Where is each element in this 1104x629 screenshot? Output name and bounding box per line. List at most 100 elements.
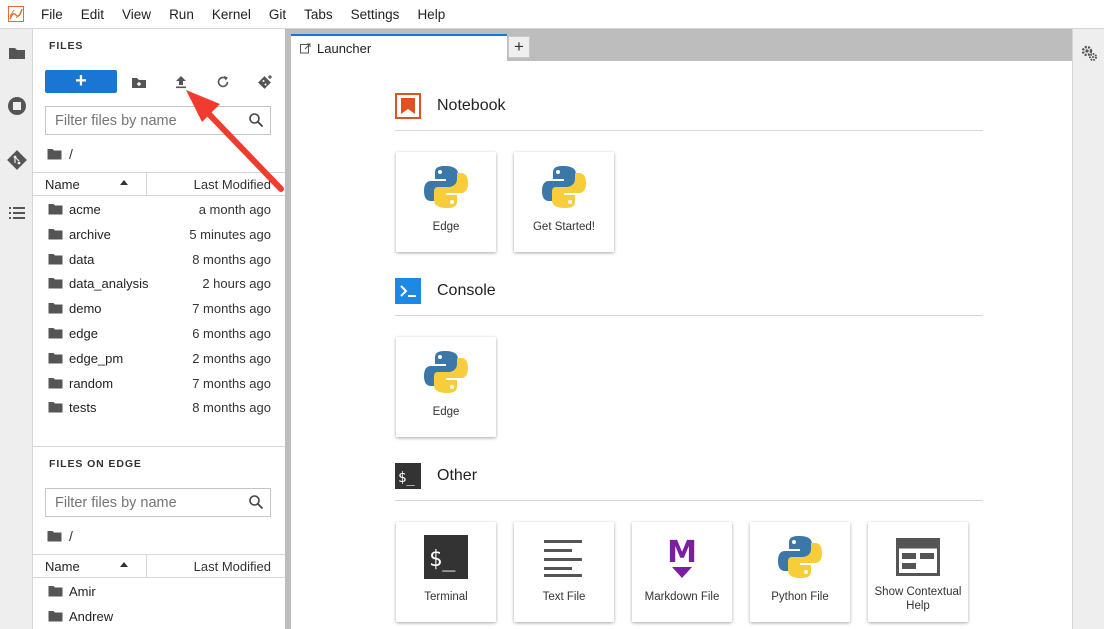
file-name: acme xyxy=(69,202,101,217)
git-clone-icon xyxy=(258,75,272,89)
edge-filter-box xyxy=(45,488,271,517)
list-item[interactable]: random 7 months ago xyxy=(33,371,285,396)
column-name-header[interactable]: Name xyxy=(45,177,80,192)
folder-icon xyxy=(48,204,63,215)
list-item[interactable]: data_analysis 2 hours ago xyxy=(33,271,285,296)
edge-breadcrumb-root[interactable]: / xyxy=(69,528,73,544)
file-name: data_analysis xyxy=(69,276,149,292)
console-section-header: Console xyxy=(395,278,983,316)
menu-view[interactable]: View xyxy=(113,0,160,29)
card-label: Edge xyxy=(432,406,460,418)
other-card-python-file[interactable]: Python File xyxy=(750,522,850,622)
tab-bar: Launcher + xyxy=(291,29,1072,61)
refresh-button[interactable] xyxy=(213,73,233,91)
sort-ascending-icon xyxy=(120,180,128,185)
edge-list-header: Name Last Modified xyxy=(33,554,285,578)
menu-file[interactable]: File xyxy=(32,0,72,29)
notebook-section-label: Notebook xyxy=(437,97,506,114)
menu-edit[interactable]: Edit xyxy=(72,0,113,29)
folder-icon xyxy=(47,531,62,542)
menu-run[interactable]: Run xyxy=(160,0,203,29)
file-browser-tab[interactable] xyxy=(0,35,33,71)
list-item[interactable]: Andrew xyxy=(33,604,285,629)
file-name: data xyxy=(69,251,95,267)
list-item[interactable]: archive 5 minutes ago xyxy=(33,222,285,247)
file-filter-input[interactable] xyxy=(46,107,236,134)
table-of-contents-tab[interactable] xyxy=(0,195,33,231)
list-item[interactable]: data 8 months ago xyxy=(33,247,285,272)
git-tab[interactable] xyxy=(0,142,33,178)
card-label: Text File xyxy=(542,591,586,603)
console-card-edge[interactable]: Edge xyxy=(396,337,496,437)
notebook-card-get-started[interactable]: Get Started! xyxy=(514,152,614,252)
folder-icon xyxy=(48,352,63,364)
edge-filter-input[interactable] xyxy=(46,489,236,516)
launcher-body: Notebook Edge Get Started! Console Edge … xyxy=(297,67,1072,629)
list-item[interactable]: edge 6 months ago xyxy=(33,321,285,346)
file-filter-box xyxy=(45,106,271,135)
new-folder-button[interactable] xyxy=(129,73,149,91)
property-inspector-tab[interactable] xyxy=(1080,44,1098,67)
list-item[interactable]: demo 7 months ago xyxy=(33,296,285,321)
folder-icon xyxy=(48,586,63,597)
card-label: Show Contextual Help xyxy=(874,586,962,612)
markdown-icon: M xyxy=(659,534,705,580)
panel-divider[interactable] xyxy=(33,446,285,447)
list-item[interactable]: tests 8 months ago xyxy=(33,395,285,420)
menu-kernel[interactable]: Kernel xyxy=(203,0,260,29)
jupyter-logo-icon xyxy=(0,0,32,29)
terminal-section-icon: $_ xyxy=(395,463,421,489)
launcher-panel: Notebook Edge Get Started! Console Edge … xyxy=(291,61,1072,629)
upload-button[interactable] xyxy=(171,73,191,91)
file-name: random xyxy=(69,375,114,391)
menu-git[interactable]: Git xyxy=(260,0,295,29)
console-icon xyxy=(395,278,421,304)
notebook-card-edge[interactable]: Edge xyxy=(396,152,496,252)
console-section-label: Console xyxy=(437,282,496,299)
menu-bar: File Edit View Run Kernel Git Tabs Setti… xyxy=(0,0,1104,29)
other-card-terminal[interactable]: $_ Terminal xyxy=(396,522,496,622)
other-card-contextual-help[interactable]: Show Contextual Help xyxy=(868,522,968,622)
file-modified: 7 months ago xyxy=(192,301,271,317)
other-card-markdown-file[interactable]: M Markdown File xyxy=(632,522,732,622)
add-tab-button[interactable]: + xyxy=(508,36,530,58)
breadcrumb[interactable]: / xyxy=(47,146,73,162)
column-modified-header[interactable]: Last Modified xyxy=(194,559,271,574)
text-file-icon xyxy=(541,534,587,580)
menu-settings[interactable]: Settings xyxy=(342,0,409,29)
column-modified-header[interactable]: Last Modified xyxy=(194,177,271,192)
folder-icon xyxy=(48,253,63,265)
breadcrumb-root[interactable]: / xyxy=(69,146,73,162)
tab-label: Launcher xyxy=(317,41,372,56)
file-name: archive xyxy=(69,226,111,242)
running-sessions-tab[interactable] xyxy=(0,88,33,124)
menu-tabs[interactable]: Tabs xyxy=(295,0,342,29)
column-separator xyxy=(146,555,147,577)
search-icon xyxy=(248,112,264,133)
folder-icon xyxy=(48,327,63,339)
list-item[interactable]: edge_pm 2 months ago xyxy=(33,346,285,371)
python-icon xyxy=(777,534,823,580)
folder-icon xyxy=(8,48,25,59)
edge-breadcrumb[interactable]: / xyxy=(47,528,73,544)
file-name: demo xyxy=(69,301,102,317)
file-name: tests xyxy=(69,400,97,416)
contextual-help-icon xyxy=(895,534,941,580)
new-launcher-button[interactable]: + xyxy=(45,70,117,93)
column-name-header[interactable]: Name xyxy=(45,559,80,574)
list-item[interactable]: Amir xyxy=(33,579,285,604)
sort-ascending-icon xyxy=(120,562,128,567)
menu-help[interactable]: Help xyxy=(408,0,454,29)
file-list-header: Name Last Modified xyxy=(33,172,285,196)
tab-launcher[interactable]: Launcher xyxy=(291,34,507,61)
git-clone-button[interactable] xyxy=(255,73,275,91)
right-activity-bar xyxy=(1072,29,1104,629)
file-modified: 8 months ago xyxy=(192,251,271,267)
gears-icon xyxy=(1081,45,1097,61)
card-label: Edge xyxy=(432,221,460,233)
other-card-text-file[interactable]: Text File xyxy=(514,522,614,622)
refresh-icon xyxy=(217,76,229,88)
list-item[interactable]: acme a month ago xyxy=(33,197,285,222)
card-label: Terminal xyxy=(424,591,468,603)
file-name: Andrew xyxy=(69,608,114,624)
